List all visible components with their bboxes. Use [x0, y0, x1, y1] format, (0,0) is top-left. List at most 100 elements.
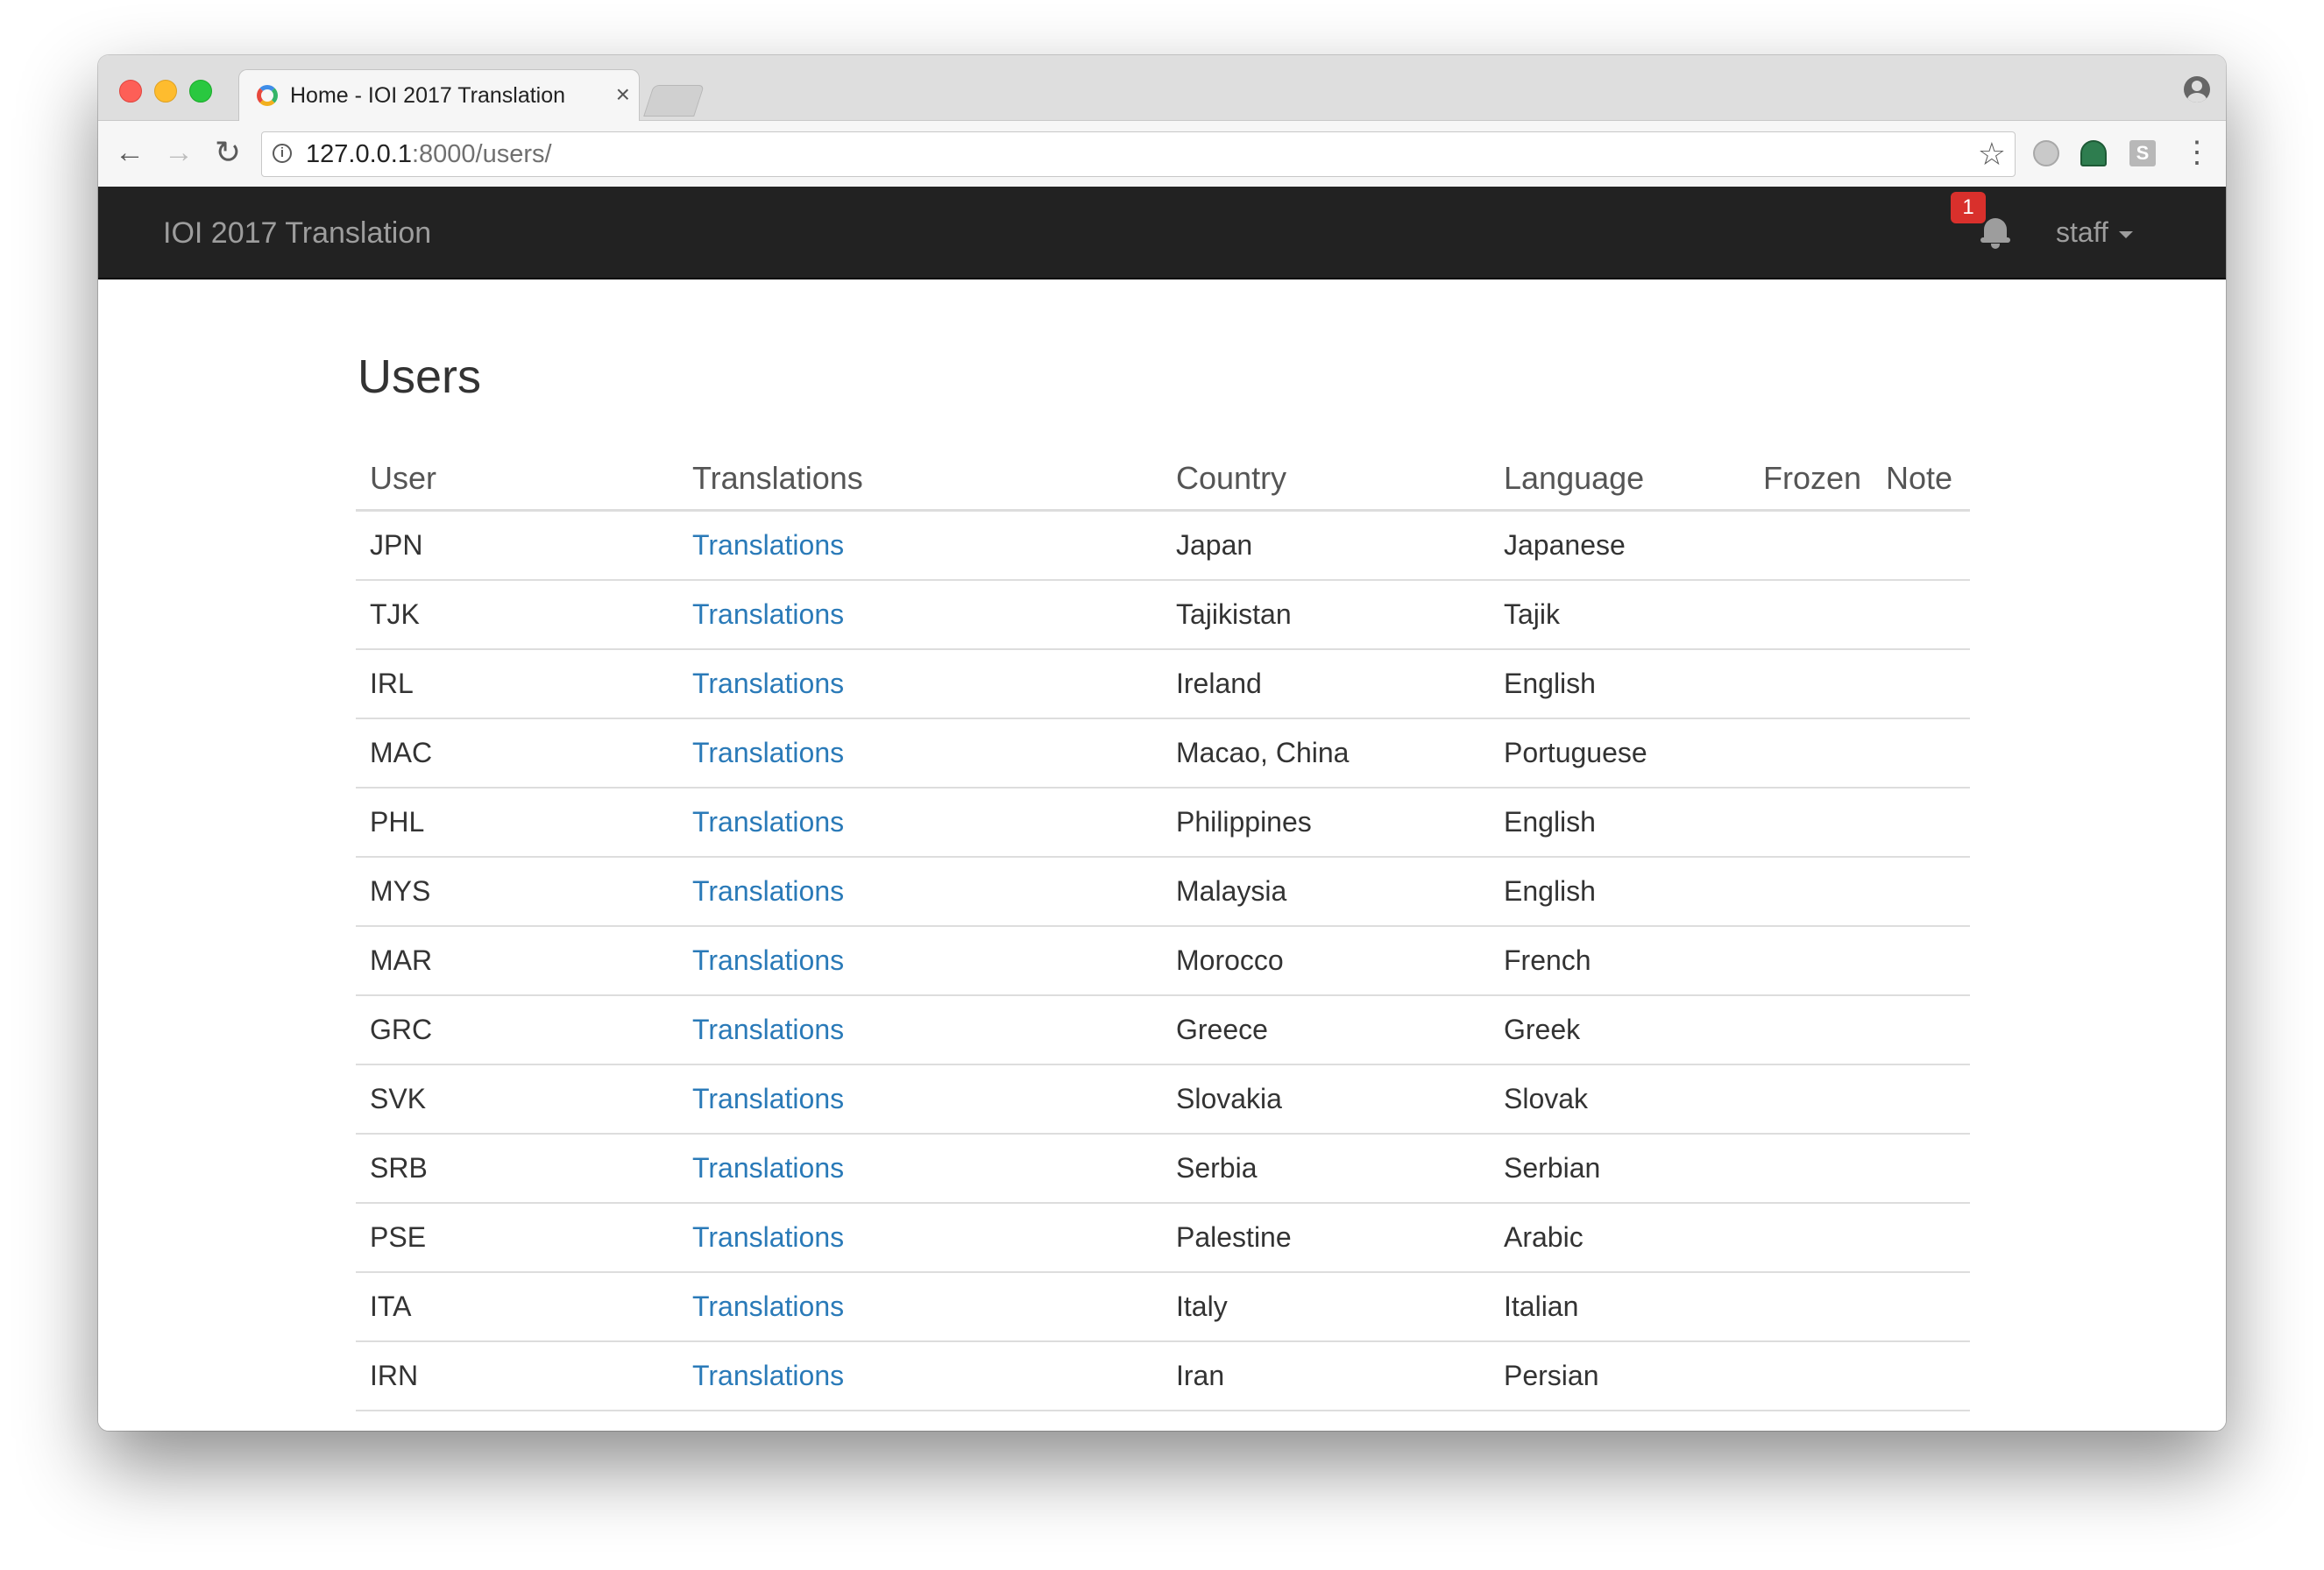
frozen-cell: [1749, 1203, 1872, 1273]
note-cell: [1872, 718, 1970, 789]
country-cell: Greece: [1162, 995, 1490, 1065]
translations-link[interactable]: Translations: [692, 944, 844, 976]
arch-extension-icon[interactable]: [2080, 140, 2107, 166]
translations-link[interactable]: Translations: [692, 1083, 844, 1114]
frozen-cell: [1749, 857, 1872, 927]
note-cell: [1872, 1341, 1970, 1411]
column-header-frozen: Frozen: [1749, 448, 1872, 512]
translations-link[interactable]: Translations: [692, 1291, 844, 1322]
close-window-button[interactable]: [119, 80, 142, 103]
tab-home[interactable]: Home - IOI 2017 Translation ×: [238, 69, 640, 123]
frozen-cell: [1749, 1341, 1872, 1411]
notification-bell-icon[interactable]: [1980, 216, 2010, 251]
note-cell: [1872, 580, 1970, 650]
translations-cell: Translations: [678, 1341, 1162, 1411]
column-header-translations: Translations: [678, 448, 1162, 512]
language-cell: English: [1490, 857, 1749, 927]
translations-cell: Translations: [678, 649, 1162, 719]
table-row: PSE Translations Palestine Arabic: [356, 1203, 1970, 1273]
new-tab-button[interactable]: [643, 85, 705, 117]
language-cell: Persian: [1490, 1341, 1749, 1411]
translations-cell: Translations: [678, 995, 1162, 1065]
back-arrow-icon[interactable]: ←: [112, 135, 147, 170]
table-row: ITA Translations Italy Italian: [356, 1272, 1970, 1342]
note-cell: [1872, 510, 1970, 581]
bookmark-star-icon[interactable]: ☆: [1978, 136, 2006, 173]
frozen-cell: [1749, 580, 1872, 650]
translations-link[interactable]: Translations: [692, 1152, 844, 1184]
profile-icon[interactable]: [2184, 76, 2210, 103]
country-cell: Macao, China: [1162, 718, 1490, 789]
user-cell: PHL: [356, 788, 678, 858]
user-cell: PSE: [356, 1203, 678, 1273]
country-cell: Ireland: [1162, 649, 1490, 719]
column-header-note: Note: [1872, 448, 1970, 512]
table-row: MAR Translations Morocco French: [356, 926, 1970, 996]
browser-menu-icon[interactable]: ⋮: [2182, 135, 2212, 170]
frozen-cell: [1749, 995, 1872, 1065]
translations-link[interactable]: Translations: [692, 1360, 844, 1391]
url-host: 127.0.0.1: [306, 140, 412, 168]
translations-cell: Translations: [678, 510, 1162, 581]
translations-link[interactable]: Translations: [692, 806, 844, 838]
s-extension-icon[interactable]: S: [2129, 140, 2156, 166]
table-row: TJK Translations Tajikistan Tajik: [356, 580, 1970, 650]
address-bar[interactable]: i 127.0.0.1:8000/users/ ☆: [261, 131, 2016, 177]
country-cell: Italy: [1162, 1272, 1490, 1342]
language-cell: English: [1490, 788, 1749, 858]
translations-cell: Translations: [678, 580, 1162, 650]
translations-link[interactable]: Translations: [692, 1221, 844, 1253]
note-cell: [1872, 1203, 1970, 1273]
translations-link[interactable]: Translations: [692, 1014, 844, 1045]
user-cell: IRL: [356, 649, 678, 719]
table-header-row: User Translations Country Language Froze…: [356, 448, 1970, 512]
language-cell: Portuguese: [1490, 718, 1749, 789]
translations-link[interactable]: Translations: [692, 875, 844, 907]
minimize-window-button[interactable]: [154, 80, 177, 103]
translations-cell: Translations: [678, 788, 1162, 858]
globe-extension-icon[interactable]: [2033, 140, 2059, 166]
translations-link[interactable]: Translations: [692, 737, 844, 768]
tab-close-icon[interactable]: ×: [616, 81, 630, 109]
table-row: PHL Translations Philippines English: [356, 788, 1970, 858]
language-cell: Japanese: [1490, 510, 1749, 581]
zoom-window-button[interactable]: [189, 80, 212, 103]
language-cell: Slovak: [1490, 1064, 1749, 1135]
translations-link[interactable]: Translations: [692, 598, 844, 630]
country-cell: Japan: [1162, 510, 1490, 581]
translations-link[interactable]: Translations: [692, 668, 844, 699]
user-cell: MAC: [356, 718, 678, 789]
country-cell: Malaysia: [1162, 857, 1490, 927]
country-cell: Serbia: [1162, 1134, 1490, 1204]
caret-down-icon: [2118, 230, 2133, 238]
user-cell: GRC: [356, 995, 678, 1065]
note-cell: [1872, 926, 1970, 996]
url-text[interactable]: 127.0.0.1:8000/users/: [306, 140, 552, 169]
language-cell: Tajik: [1490, 580, 1749, 650]
note-cell: [1872, 995, 1970, 1065]
navbar-brand[interactable]: IOI 2017 Translation: [163, 216, 431, 251]
language-cell: Serbian: [1490, 1134, 1749, 1204]
language-cell: Greek: [1490, 995, 1749, 1065]
user-cell: SVK: [356, 1064, 678, 1135]
tab-strip: Home - IOI 2017 Translation ×: [98, 55, 2226, 123]
reload-icon[interactable]: ↻: [210, 135, 245, 170]
frozen-cell: [1749, 1134, 1872, 1204]
language-cell: French: [1490, 926, 1749, 996]
user-menu-dropdown[interactable]: staff: [2056, 216, 2133, 249]
translations-cell: Translations: [678, 857, 1162, 927]
note-cell: [1872, 788, 1970, 858]
user-cell: ITA: [356, 1272, 678, 1342]
user-cell: IRN: [356, 1341, 678, 1411]
table-row: GRC Translations Greece Greek: [356, 995, 1970, 1065]
user-cell: JPN: [356, 510, 678, 581]
country-cell: Iran: [1162, 1341, 1490, 1411]
table-row: JPN Translations Japan Japanese: [356, 510, 1970, 581]
table-row: IRL Translations Ireland English: [356, 649, 1970, 719]
app-navbar: IOI 2017 Translation staff: [98, 187, 2226, 279]
translations-link[interactable]: Translations: [692, 529, 844, 561]
column-header-language: Language: [1490, 448, 1749, 512]
info-icon[interactable]: i: [273, 144, 292, 163]
table-row: MAC Translations Macao, China Portuguese: [356, 718, 1970, 789]
forward-arrow-icon[interactable]: →: [161, 135, 196, 170]
